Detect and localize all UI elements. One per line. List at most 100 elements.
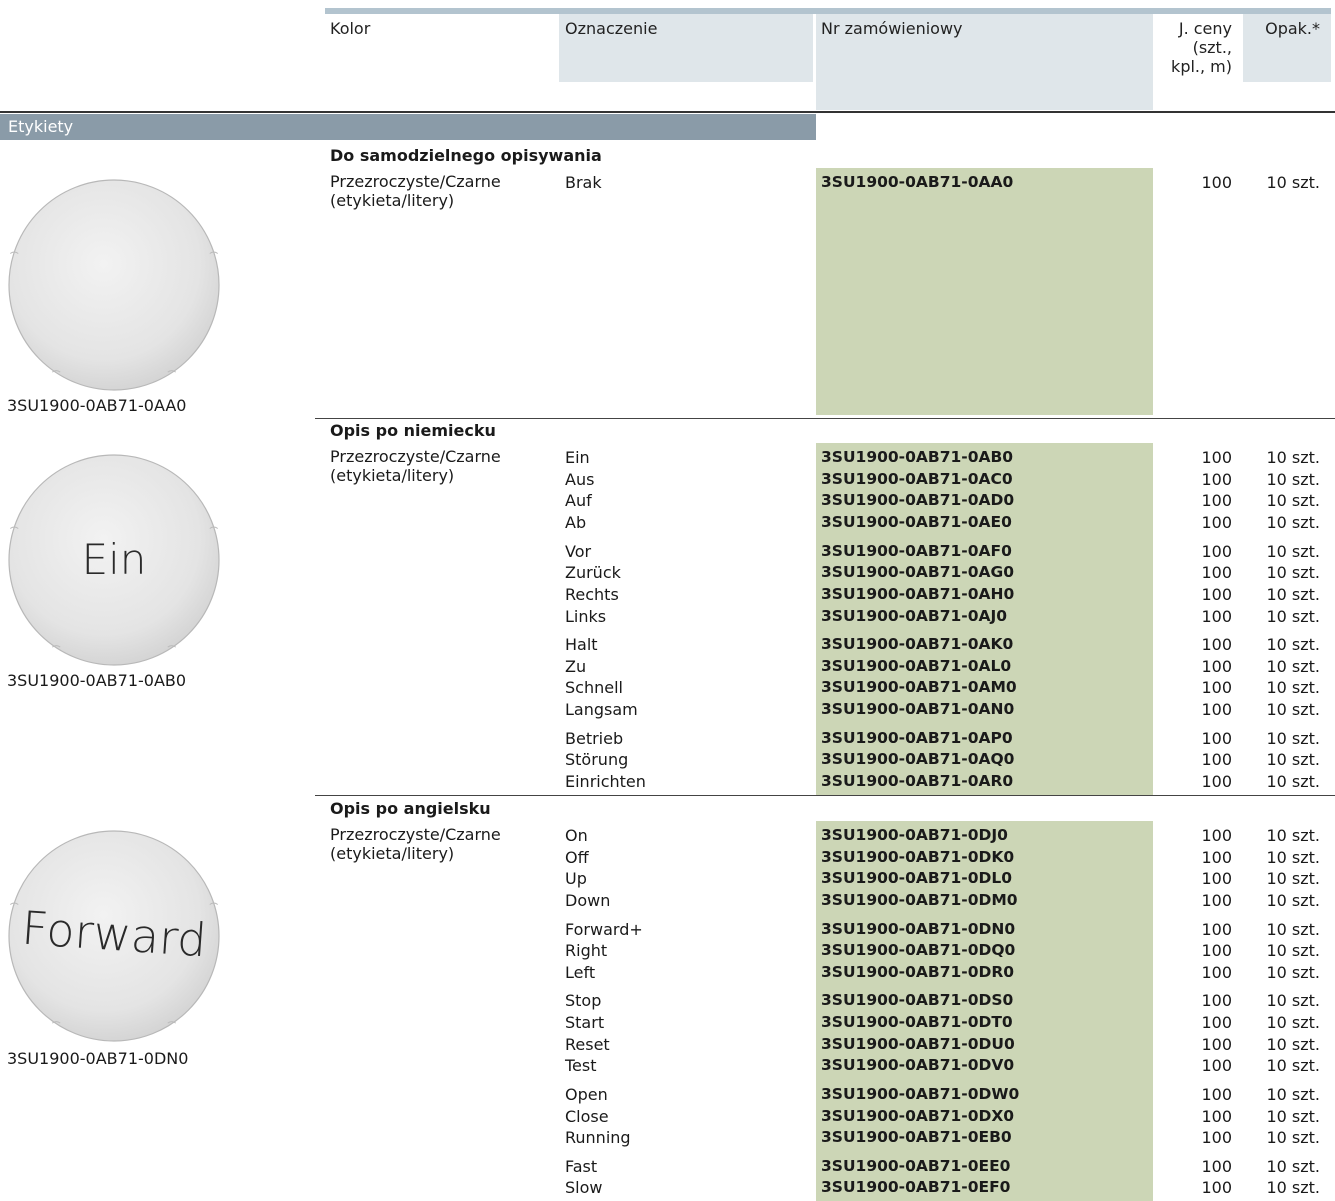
order-number-cell: 3SU1900-0AB71-0DT0 xyxy=(821,1013,1013,1031)
pack-cell: 10 szt. xyxy=(1266,1013,1320,1032)
category-bar xyxy=(0,114,816,140)
label-disc xyxy=(8,179,220,391)
pack-cell: 10 szt. xyxy=(1266,656,1320,676)
order-number-cell: 3SU1900-0AB71-0AA0 xyxy=(821,173,1014,191)
oznaczenie-cell: Slow xyxy=(565,1178,603,1198)
oznaczenie-cell: Left xyxy=(565,962,596,982)
price-unit-cell: 100 xyxy=(1201,869,1232,889)
oznaczenie-cell: Down xyxy=(565,891,611,911)
oznaczenie-cell: Running xyxy=(565,1128,631,1148)
header-bottom-rule xyxy=(0,111,1335,113)
pack-cell: 10 szt. xyxy=(1266,1034,1320,1054)
label-disc-image xyxy=(8,179,220,391)
oznaczenie-cell: Schnell xyxy=(565,678,623,698)
oznaczenie-cell: Reset xyxy=(565,1034,610,1054)
oznaczenie-cell: Vor xyxy=(565,541,592,561)
pack-cell: 10 szt. xyxy=(1266,1156,1320,1176)
price-unit-cell: 100 xyxy=(1201,606,1232,626)
order-number-cell: 3SU1900-0AB71-0AB0 xyxy=(821,448,1014,466)
pack-cell: 10 szt. xyxy=(1266,771,1320,791)
pack-cell: 10 szt. xyxy=(1266,541,1320,561)
pack-cell: 10 szt. xyxy=(1266,606,1320,626)
oznaczenie-cell: Ab xyxy=(565,513,587,533)
pack-cell: 10 szt. xyxy=(1266,700,1320,720)
price-unit-cell: 100 xyxy=(1201,728,1232,748)
price-unit-cell: 100 xyxy=(1201,1084,1232,1104)
header-kolor: Kolor xyxy=(330,19,371,38)
oznaczenie-cell: Halt xyxy=(565,635,598,654)
order-number-cell: 3SU1900-0AB71-0DK0 xyxy=(821,847,1015,866)
order-number-cell: 3SU1900-0AB71-0EE0 xyxy=(821,1156,1011,1175)
order-number-cell: 3SU1900-0AB71-0DQ0 xyxy=(821,941,1016,960)
order-number-cell: 3SU1900-0AB71-0AE0 xyxy=(821,513,1012,532)
disc-inscription: Ein xyxy=(82,535,147,584)
kolor-cell: Przezroczyste/Czarne (etykieta/litery) xyxy=(330,172,501,210)
price-unit-cell: 100 xyxy=(1201,563,1232,583)
order-number-cell: 3SU1900-0AB71-0AH0 xyxy=(821,584,1015,603)
price-unit-cell: 100 xyxy=(1201,448,1232,467)
price-unit-cell: 100 xyxy=(1201,469,1232,489)
oznaczenie-cell: Ein xyxy=(565,448,590,467)
order-number-cell: 3SU1900-0AB71-0EB0 xyxy=(821,1128,1012,1147)
pack-cell: 10 szt. xyxy=(1266,919,1320,939)
price-unit-cell: 100 xyxy=(1201,847,1232,867)
price-unit-cell: 100 xyxy=(1201,941,1232,961)
oznaczenie-cell: Auf xyxy=(565,491,592,511)
pack-cell: 10 szt. xyxy=(1266,1056,1320,1076)
oznaczenie-cell: Stop xyxy=(565,991,602,1011)
oznaczenie-cell: Zu xyxy=(565,656,587,676)
header-oznaczenie: Oznaczenie xyxy=(565,19,658,38)
pack-cell: 10 szt. xyxy=(1266,173,1320,192)
price-unit-cell: 100 xyxy=(1201,1056,1232,1076)
price-unit-cell: 100 xyxy=(1201,1178,1232,1198)
order-number-cell: 3SU1900-0AB71-0DR0 xyxy=(821,962,1015,981)
price-unit-cell: 100 xyxy=(1201,750,1232,770)
oznaczenie-cell: On xyxy=(565,826,588,845)
order-number-cell: 3SU1900-0AB71-0AG0 xyxy=(821,563,1014,582)
order-number-cell: 3SU1900-0AB71-0EF0 xyxy=(821,1178,1011,1197)
pack-cell: 10 szt. xyxy=(1266,448,1320,467)
order-number-cell: 3SU1900-0AB71-0DU0 xyxy=(821,1034,1015,1053)
oznaczenie-cell: Start xyxy=(565,1013,605,1032)
image-caption: 3SU1900-0AB71-0AB0 xyxy=(7,671,187,690)
kolor-cell: Przezroczyste/Czarne (etykieta/litery) xyxy=(330,447,501,485)
price-unit-cell: 100 xyxy=(1201,919,1232,939)
oznaczenie-cell: Aus xyxy=(565,469,595,489)
order-number-cell: 3SU1900-0AB71-0AK0 xyxy=(821,635,1014,653)
oznaczenie-cell: Links xyxy=(565,606,607,626)
price-unit-cell: 100 xyxy=(1201,700,1232,720)
order-number-cell: 3SU1900-0AB71-0AM0 xyxy=(821,678,1017,697)
order-number-cell: 3SU1900-0AB71-0DX0 xyxy=(821,1106,1015,1125)
section-title: Opis po angielsku xyxy=(330,799,491,818)
price-unit-cell: 100 xyxy=(1201,678,1232,698)
order-number-cell: 3SU1900-0AB71-0DS0 xyxy=(821,991,1014,1010)
order-number-cell: 3SU1900-0AB71-0AN0 xyxy=(821,700,1015,719)
header-opak: Opak.* xyxy=(1265,19,1320,38)
pack-cell: 10 szt. xyxy=(1266,513,1320,533)
order-number-cell: 3SU1900-0AB71-0AL0 xyxy=(821,656,1012,675)
oznaczenie-cell: Zurück xyxy=(565,563,621,583)
price-unit-cell: 100 xyxy=(1201,826,1232,845)
order-number-cell: 3SU1900-0AB71-0DM0 xyxy=(821,891,1018,910)
price-unit-cell: 100 xyxy=(1201,1013,1232,1032)
oznaczenie-cell: Fast xyxy=(565,1156,598,1176)
order-number-cell: 3SU1900-0AB71-0DL0 xyxy=(821,869,1013,888)
oznaczenie-cell: Brak xyxy=(565,173,602,192)
price-unit-cell: 100 xyxy=(1201,491,1232,511)
pack-cell: 10 szt. xyxy=(1266,826,1320,845)
section-divider xyxy=(315,795,1335,796)
label-disc-image: Forward xyxy=(8,830,220,1042)
price-unit-cell: 100 xyxy=(1201,991,1232,1011)
pack-cell: 10 szt. xyxy=(1266,635,1320,654)
order-number-highlight xyxy=(816,168,1153,415)
oznaczenie-cell: Betrieb xyxy=(565,728,624,748)
price-unit-cell: 100 xyxy=(1201,1128,1232,1148)
pack-cell: 10 szt. xyxy=(1266,1178,1320,1198)
price-unit-cell: 100 xyxy=(1201,1156,1232,1176)
pack-cell: 10 szt. xyxy=(1266,962,1320,982)
oznaczenie-cell: Off xyxy=(565,847,589,867)
oznaczenie-cell: Open xyxy=(565,1084,608,1104)
pack-cell: 10 szt. xyxy=(1266,563,1320,583)
section-divider xyxy=(315,418,1335,419)
image-caption: 3SU1900-0AB71-0AA0 xyxy=(7,396,187,415)
